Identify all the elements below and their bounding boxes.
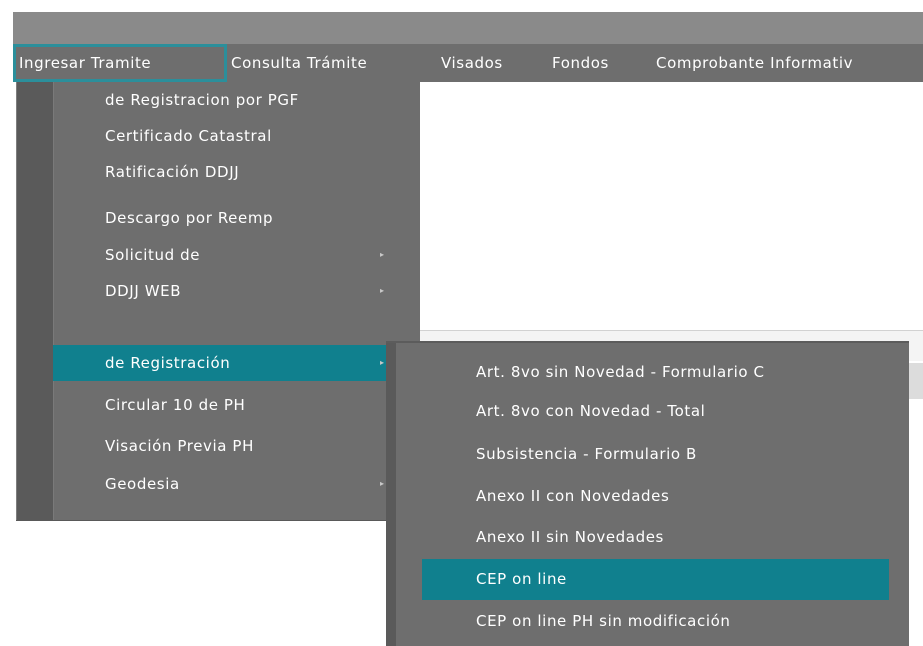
menu-bar: Ingresar Tramite Consulta Trámite Visado…	[13, 44, 923, 82]
dropdown-item-circular-10-ph[interactable]: Circular 10 de PH	[54, 387, 420, 423]
submenu-item-subsistencia[interactable]: Subsistencia - Formulario B	[422, 436, 890, 472]
menu-comprobante-informativo[interactable]: Comprobante Informativ	[656, 44, 853, 82]
submenu-top-edge	[386, 341, 909, 343]
dropdown-item-label: Geodesia	[105, 475, 180, 493]
dropdown-item-geodesia[interactable]: Geodesia ▸	[54, 466, 420, 502]
menu-fondos[interactable]: Fondos	[552, 44, 609, 82]
submenu-gutter	[386, 341, 396, 646]
submenu-item-label: Anexo II sin Novedades	[476, 528, 664, 546]
submenu-item-cep-on-line[interactable]: CEP on line	[422, 559, 889, 600]
dropdown-item-de-registracion[interactable]: de Registración ▸	[53, 345, 390, 381]
submenu-item-art8-sin-novedad[interactable]: Art. 8vo sin Novedad - Formulario C	[422, 354, 890, 390]
dropdown-item-registracion-pgf[interactable]: de Registracion por PGF	[54, 82, 420, 118]
header-band	[13, 12, 923, 44]
dropdown-item-label: de Registración	[105, 354, 231, 372]
dropdown-item-certificado-catastral[interactable]: Certificado Catastral	[54, 118, 420, 154]
dropdown-item-label: Circular 10 de PH	[105, 396, 246, 414]
dropdown-item-solicitud-de[interactable]: Solicitud de ▸	[54, 237, 420, 273]
dropdown-item-label: Ratificación DDJJ	[105, 163, 240, 181]
dropdown-item-descargo-reemp[interactable]: Descargo por Reemp	[54, 200, 420, 236]
chevron-right-icon: ▸	[379, 250, 384, 259]
menu-consulta-tramite[interactable]: Consulta Trámite	[231, 44, 367, 82]
submenu-item-label: CEP on line	[476, 570, 567, 588]
de-registracion-submenu: Art. 8vo sin Novedad - Formulario C Art.…	[386, 341, 909, 646]
dropdown-gutter	[17, 82, 54, 520]
submenu-item-art8-con-novedad[interactable]: Art. 8vo con Novedad - Total	[422, 393, 890, 429]
ingresar-tramite-dropdown: de Registracion por PGF Certificado Cata…	[16, 82, 420, 520]
dropdown-item-label: DDJJ WEB	[105, 282, 182, 300]
submenu-item-anexo-ii-con-novedades[interactable]: Anexo II con Novedades	[422, 478, 890, 514]
submenu-item-label: Art. 8vo con Novedad - Total	[476, 402, 706, 420]
dropdown-item-label: Descargo por Reemp	[105, 209, 274, 227]
dropdown-item-label: de Registracion por PGF	[105, 91, 299, 109]
dropdown-item-ddjj-web[interactable]: DDJJ WEB ▸	[54, 273, 420, 309]
chevron-right-icon: ▸	[379, 358, 384, 367]
submenu-item-label: Art. 8vo sin Novedad - Formulario C	[476, 363, 765, 381]
menu-visados[interactable]: Visados	[441, 44, 503, 82]
menu-ingresar-tramite[interactable]: Ingresar Tramite	[13, 44, 227, 82]
dropdown-item-visacion-previa-ph[interactable]: Visación Previa PH	[54, 428, 420, 464]
dropdown-item-label: Solicitud de	[105, 246, 201, 264]
top-strip	[0, 0, 923, 12]
submenu-item-label: Subsistencia - Formulario B	[476, 445, 697, 463]
submenu-item-label: CEP on line PH sin modificación	[476, 612, 731, 630]
dropdown-item-label: Certificado Catastral	[105, 127, 272, 145]
submenu-item-anexo-ii-sin-novedades[interactable]: Anexo II sin Novedades	[422, 519, 890, 555]
submenu-item-cep-on-line-ph[interactable]: CEP on line PH sin modificación	[422, 603, 890, 639]
chevron-right-icon: ▸	[379, 479, 384, 488]
submenu-item-label: Anexo II con Novedades	[476, 487, 670, 505]
chevron-right-icon: ▸	[379, 286, 384, 295]
dropdown-item-ratificacion-ddjj[interactable]: Ratificación DDJJ	[54, 154, 420, 190]
dropdown-item-label: Visación Previa PH	[105, 437, 254, 455]
